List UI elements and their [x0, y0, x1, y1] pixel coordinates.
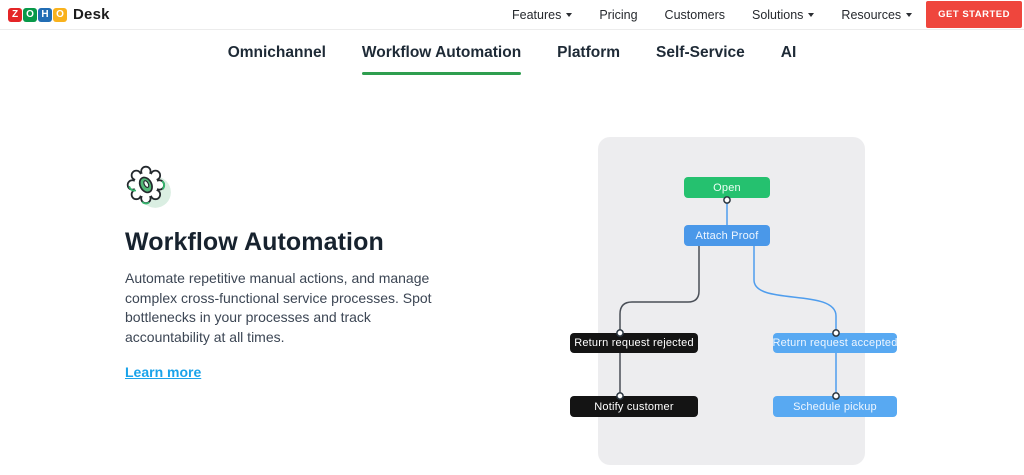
nav-item-pricing[interactable]: Pricing — [599, 8, 637, 22]
zoho-desk-page: Z O H O Desk Features Pricing Customers … — [0, 0, 1024, 475]
top-header: Z O H O Desk Features Pricing Customers … — [0, 0, 1024, 30]
feature-section: Workflow Automation Automate repetitive … — [125, 162, 465, 382]
logo-letter-o1: O — [23, 8, 37, 22]
tab-workflow-automation[interactable]: Workflow Automation — [362, 40, 521, 66]
nav-item-solutions[interactable]: Solutions — [752, 8, 814, 22]
logo-letter-z: Z — [8, 8, 22, 22]
workflow-diagram: Open Attach Proof Return request rejecte… — [560, 130, 910, 470]
nav-item-label: Pricing — [599, 8, 637, 22]
nav-item-resources[interactable]: Resources — [841, 8, 912, 22]
flow-node-return-accepted[interactable]: Return request accepted — [773, 333, 897, 353]
feature-tabs: Omnichannel Workflow Automation Platform… — [0, 30, 1024, 76]
flow-node-notify-customer[interactable]: Notify customer — [570, 396, 698, 417]
zoho-logo-icon: Z O H O — [8, 8, 67, 22]
product-name: Desk — [73, 6, 110, 23]
tab-self-service[interactable]: Self-Service — [656, 40, 745, 66]
flow-node-open[interactable]: Open — [684, 177, 770, 198]
page-title: Workflow Automation — [125, 228, 465, 257]
nav-item-customers[interactable]: Customers — [665, 8, 725, 22]
tab-ai[interactable]: AI — [781, 40, 797, 66]
logo-letter-h: H — [38, 8, 52, 22]
nav-item-label: Solutions — [752, 8, 803, 22]
feature-description: Automate repetitive manual actions, and … — [125, 269, 459, 347]
nav-item-label: Features — [512, 8, 561, 22]
top-navigation: Features Pricing Customers Solutions Res… — [512, 8, 912, 22]
nav-item-label: Resources — [841, 8, 901, 22]
chevron-down-icon — [808, 13, 814, 17]
flow-node-attach-proof[interactable]: Attach Proof — [684, 225, 770, 246]
chevron-down-icon — [906, 13, 912, 17]
zoho-desk-logo[interactable]: Z O H O Desk — [8, 6, 110, 23]
tab-platform[interactable]: Platform — [557, 40, 620, 66]
learn-more-link[interactable]: Learn more — [125, 364, 201, 380]
logo-letter-o2: O — [53, 8, 67, 22]
gear-icon — [123, 162, 175, 212]
flow-node-return-rejected[interactable]: Return request rejected — [570, 333, 698, 353]
chevron-down-icon — [566, 13, 572, 17]
get-started-button[interactable]: GET STARTED — [926, 1, 1022, 28]
tab-omnichannel[interactable]: Omnichannel — [228, 40, 326, 66]
nav-item-label: Customers — [665, 8, 725, 22]
nav-item-features[interactable]: Features — [512, 8, 572, 22]
flow-node-schedule-pickup[interactable]: Schedule pickup — [773, 396, 897, 417]
